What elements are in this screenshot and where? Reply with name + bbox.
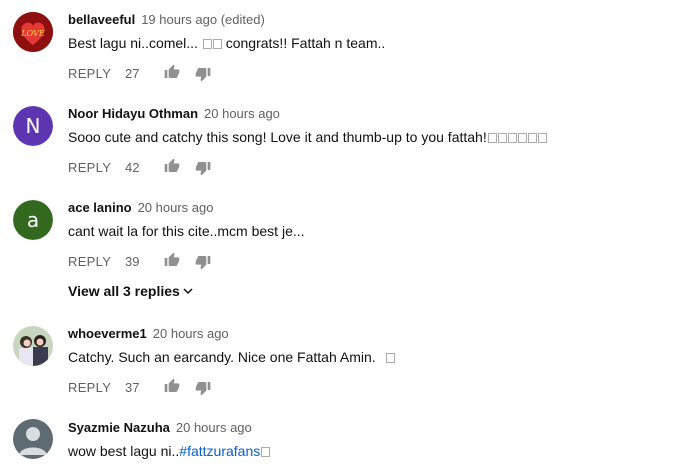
missing-glyph-icon: [261, 447, 271, 457]
thumbs-down-icon[interactable]: [195, 160, 211, 176]
missing-glyph-icon: [202, 39, 212, 49]
like-count: 42: [125, 160, 140, 175]
comment-header: Noor Hidayu Othman 20 hours ago: [68, 106, 280, 121]
comment-header: ace lanino 20 hours ago: [68, 200, 213, 215]
heart-avatar-icon: LOVE: [13, 12, 53, 52]
thumbs-down-icon[interactable]: [195, 380, 211, 396]
reply-button[interactable]: REPLY: [68, 254, 111, 269]
hashtag-link[interactable]: #fattzurafans: [179, 443, 260, 459]
avatar[interactable]: a: [13, 200, 53, 240]
comment-header: Syazmie Nazuha 20 hours ago: [68, 420, 252, 435]
avatar-letter: N: [13, 106, 53, 146]
timestamp[interactable]: 20 hours ago: [204, 106, 280, 121]
avatar-letter: a: [13, 200, 53, 240]
view-replies-label: View all 3 replies: [68, 283, 180, 299]
thumbs-up-icon[interactable]: [164, 158, 180, 174]
comment-text: Catchy. Such an earcandy. Nice one Fatta…: [68, 349, 395, 365]
avatar[interactable]: [13, 419, 53, 459]
timestamp[interactable]: 20 hours ago: [138, 200, 214, 215]
avatar[interactable]: N: [13, 106, 53, 146]
missing-glyph-icon: [507, 133, 517, 143]
comment-text-start: Catchy. Such an earcandy. Nice one Fatta…: [68, 349, 376, 365]
avatar[interactable]: LOVE: [13, 12, 53, 52]
timestamp[interactable]: 20 hours ago: [176, 420, 252, 435]
thumbs-down-icon[interactable]: [195, 66, 211, 82]
comment-header: bellaveeful 19 hours ago (edited): [68, 12, 265, 27]
avatar[interactable]: [13, 326, 53, 366]
missing-glyph-icon: [487, 133, 497, 143]
missing-glyph-icon: [517, 133, 527, 143]
thumbs-up-icon[interactable]: [164, 252, 180, 268]
view-replies-button[interactable]: View all 3 replies: [68, 283, 194, 299]
thumbs-up-icon[interactable]: [164, 378, 180, 394]
comment-text-start: Best lagu ni..comel...: [68, 35, 198, 51]
missing-glyph-icon: [497, 133, 507, 143]
reply-button[interactable]: REPLY: [68, 160, 111, 175]
missing-glyph-icon: [527, 133, 537, 143]
comment-text: wow best lagu ni..#fattzurafans: [68, 443, 271, 459]
comment-text: Best lagu ni..comel... congrats!! Fattah…: [68, 35, 385, 51]
author-name[interactable]: Noor Hidayu Othman: [68, 106, 198, 121]
author-name[interactable]: ace lanino: [68, 200, 132, 215]
author-name[interactable]: whoeverme1: [68, 326, 147, 341]
author-name[interactable]: Syazmie Nazuha: [68, 420, 170, 435]
thumbs-down-icon[interactable]: [195, 254, 211, 270]
author-name[interactable]: bellaveeful: [68, 12, 135, 27]
comment-text: cant wait la for this cite..mcm best je.…: [68, 223, 305, 239]
chevron-down-icon: [183, 288, 193, 295]
missing-glyph-icon: [537, 133, 547, 143]
like-count: 39: [125, 254, 140, 269]
comment-text-end: congrats!! Fattah n team..: [225, 35, 386, 51]
thumbs-up-icon[interactable]: [164, 64, 180, 80]
comment-text-start: wow best lagu ni..: [68, 443, 180, 459]
timestamp[interactable]: 20 hours ago: [153, 326, 229, 341]
like-count: 37: [125, 380, 140, 395]
like-count: 27: [125, 66, 140, 81]
timestamp[interactable]: 19 hours ago (edited): [141, 12, 265, 27]
comment-header: whoeverme1 20 hours ago: [68, 326, 229, 341]
missing-glyph-icon: [385, 353, 395, 363]
reply-button[interactable]: REPLY: [68, 380, 111, 395]
default-person-avatar-icon: [13, 419, 53, 459]
comments-section: LOVE bellaveeful 19 hours ago (edited) Be…: [0, 0, 690, 469]
comment-text-start: Sooo cute and catchy this song! Love it …: [68, 129, 487, 145]
avatar-logo-text: LOVE: [20, 29, 45, 38]
missing-glyph-icon: [212, 39, 222, 49]
comment-text: Sooo cute and catchy this song! Love it …: [68, 129, 547, 145]
photo-avatar-icon: [13, 326, 53, 366]
reply-button[interactable]: REPLY: [68, 66, 111, 81]
